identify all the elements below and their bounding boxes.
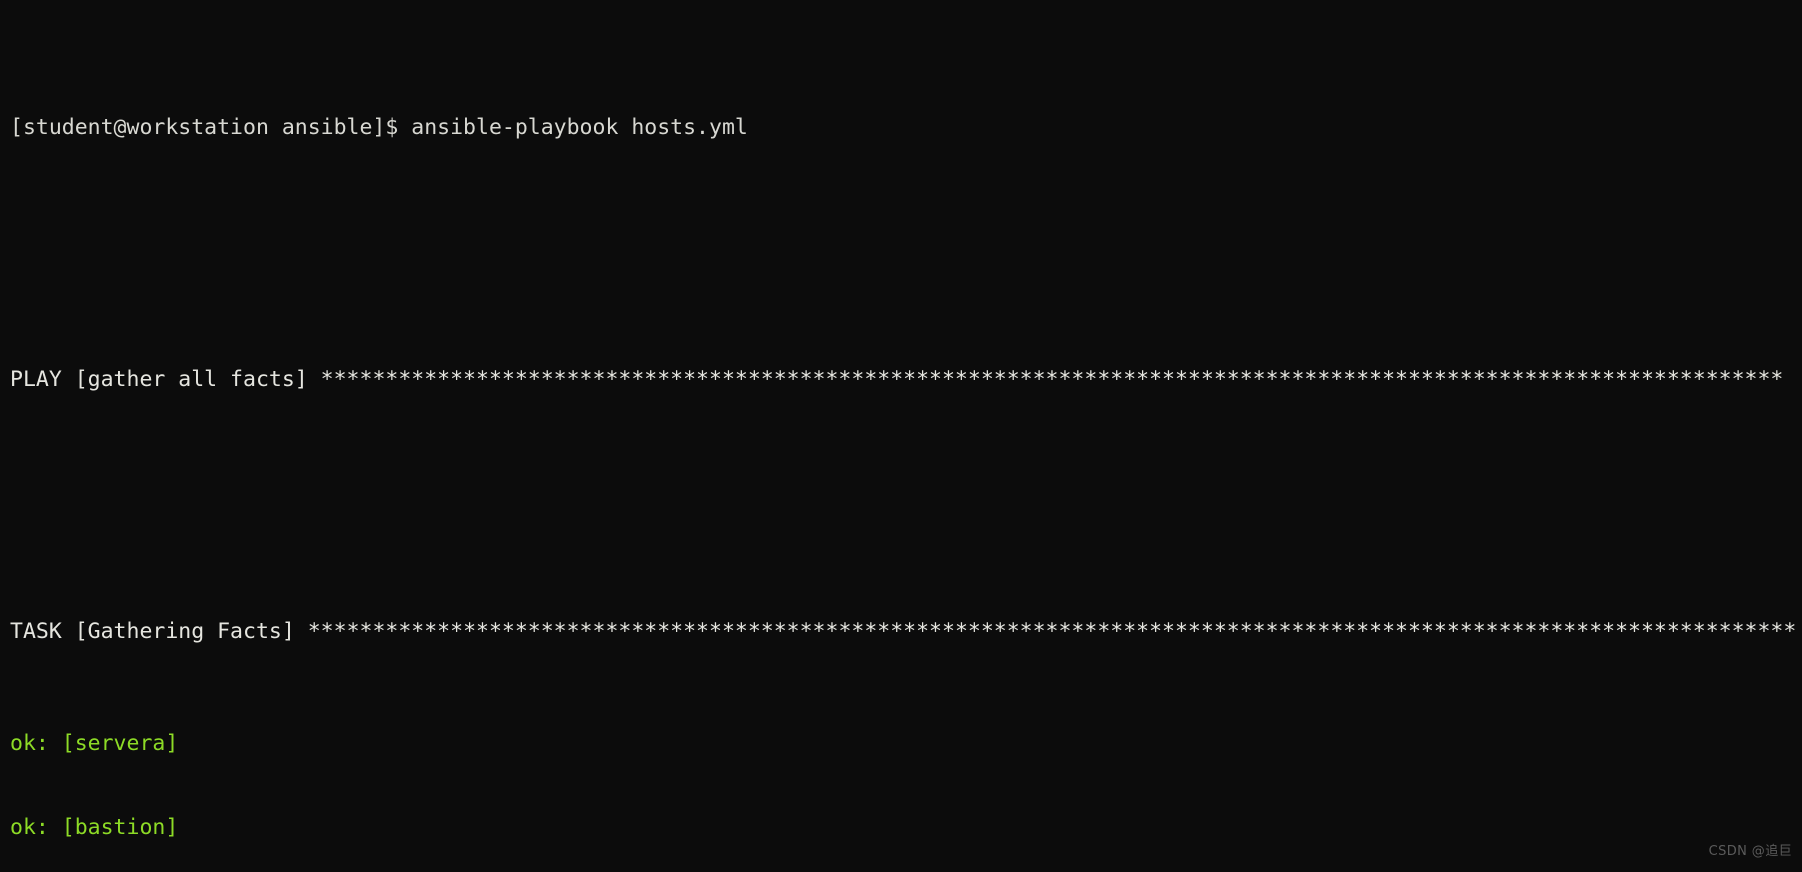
task-result-host: [bastion] xyxy=(61,815,179,840)
play-header-label: PLAY [gather all facts] xyxy=(10,367,308,392)
task-result-line: ok: [bastion] xyxy=(10,814,1802,842)
star-fill: ****************************************… xyxy=(307,619,1797,644)
command-line: [student@workstation ansible]$ ansible-p… xyxy=(10,114,1802,142)
play-header-gather-all-facts: PLAY [gather all facts] ****************… xyxy=(10,366,1802,394)
task-result-status: ok: xyxy=(10,731,62,756)
terminal-window[interactable]: [student@workstation ansible]$ ansible-p… xyxy=(0,0,1802,872)
star-fill: ****************************************… xyxy=(320,367,1784,392)
shell-prompt: [student@workstation ansible]$ xyxy=(10,115,412,140)
typed-command: ansible-playbook hosts.yml xyxy=(411,115,748,140)
task-result-status: ok: xyxy=(10,815,62,840)
star-fill xyxy=(295,619,308,644)
task-result-line: ok: [servera] xyxy=(10,730,1802,758)
task-header-label: TASK [Gathering Facts] xyxy=(10,619,295,644)
task-header-gathering-facts-1: TASK [Gathering Facts] *****************… xyxy=(10,618,1802,646)
star-fill xyxy=(308,367,321,392)
csdn-watermark: CSDN @追巨 xyxy=(1708,844,1792,859)
terminal-screen: [student@workstation ansible]$ ansible-p… xyxy=(10,2,1802,872)
task-result-host: [servera] xyxy=(61,731,179,756)
